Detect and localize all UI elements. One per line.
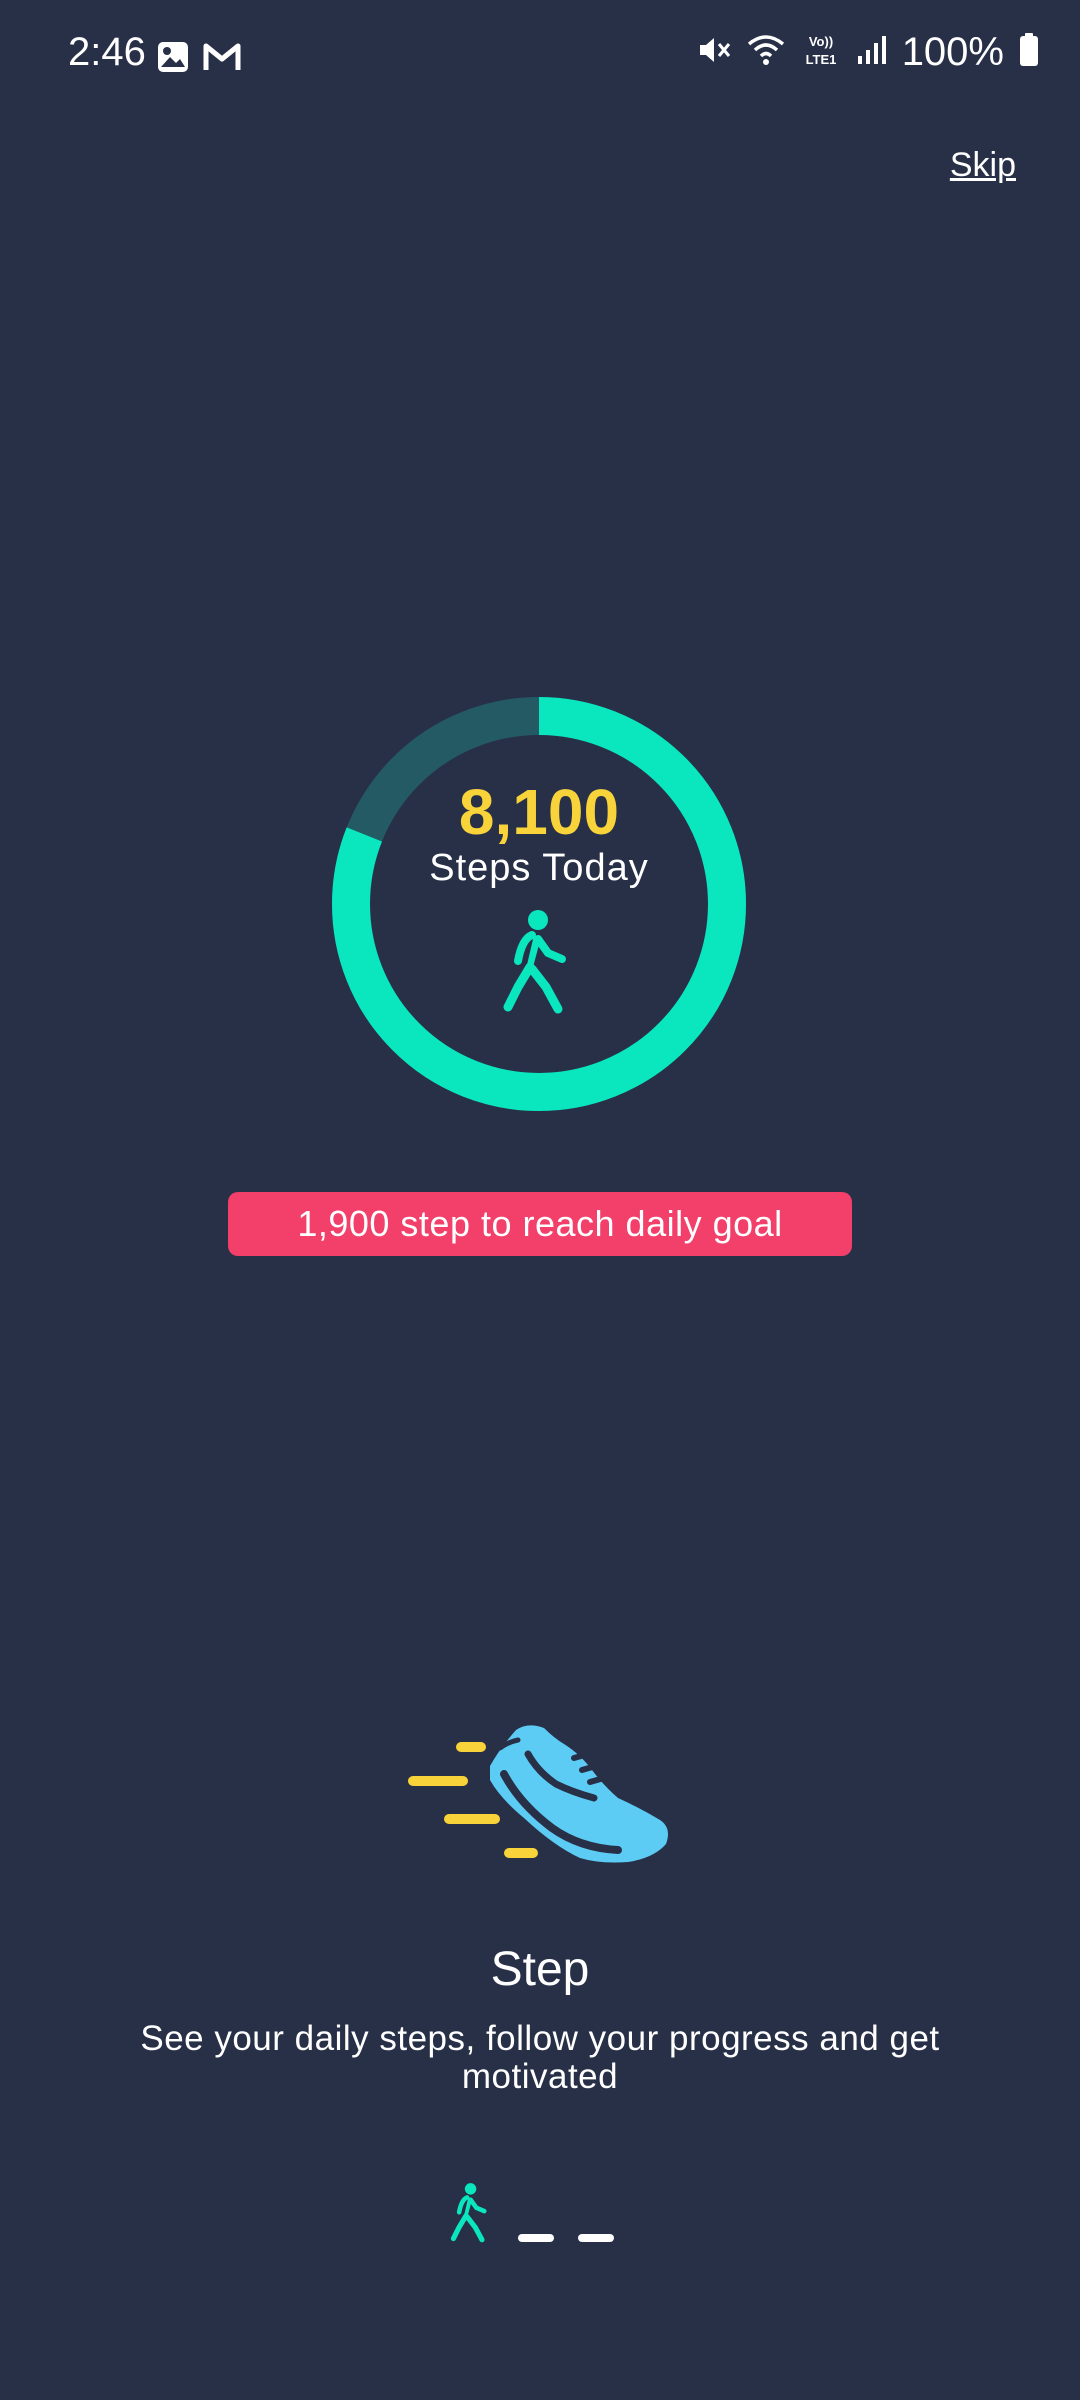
feature-description: See your daily steps, follow your progre… [140, 2019, 940, 2096]
battery-icon [1018, 32, 1040, 73]
svg-text:LTE1: LTE1 [805, 52, 836, 67]
status-bar: 2:46 Vo)) LTE1 100% [0, 0, 1080, 120]
pager-walker-icon[interactable] [450, 2182, 490, 2251]
image-icon [156, 40, 190, 79]
goal-remaining-badge: 1,900 step to reach daily goal [228, 1192, 852, 1256]
battery-percent: 100% [901, 30, 1004, 74]
gmail-icon [202, 40, 242, 79]
svg-text:Vo)): Vo)) [809, 34, 833, 49]
steps-progress-ring: 8,100 Steps Today [332, 697, 746, 1111]
pager-dot-2[interactable] [518, 2234, 554, 2242]
skip-button[interactable]: Skip [950, 146, 1016, 185]
feature-title: Step [490, 1943, 590, 1996]
status-time: 2:46 [68, 30, 146, 74]
page-indicator [450, 2182, 630, 2252]
pager-dot-3[interactable] [578, 2234, 614, 2242]
signal-icon [856, 32, 888, 73]
running-shoe-icon [404, 1718, 676, 1883]
mute-icon [696, 32, 732, 73]
volte-icon: Vo)) LTE1 [800, 32, 842, 73]
steps-label: Steps Today [429, 847, 649, 889]
steps-count: 8,100 [458, 776, 620, 848]
wifi-icon [746, 32, 786, 73]
